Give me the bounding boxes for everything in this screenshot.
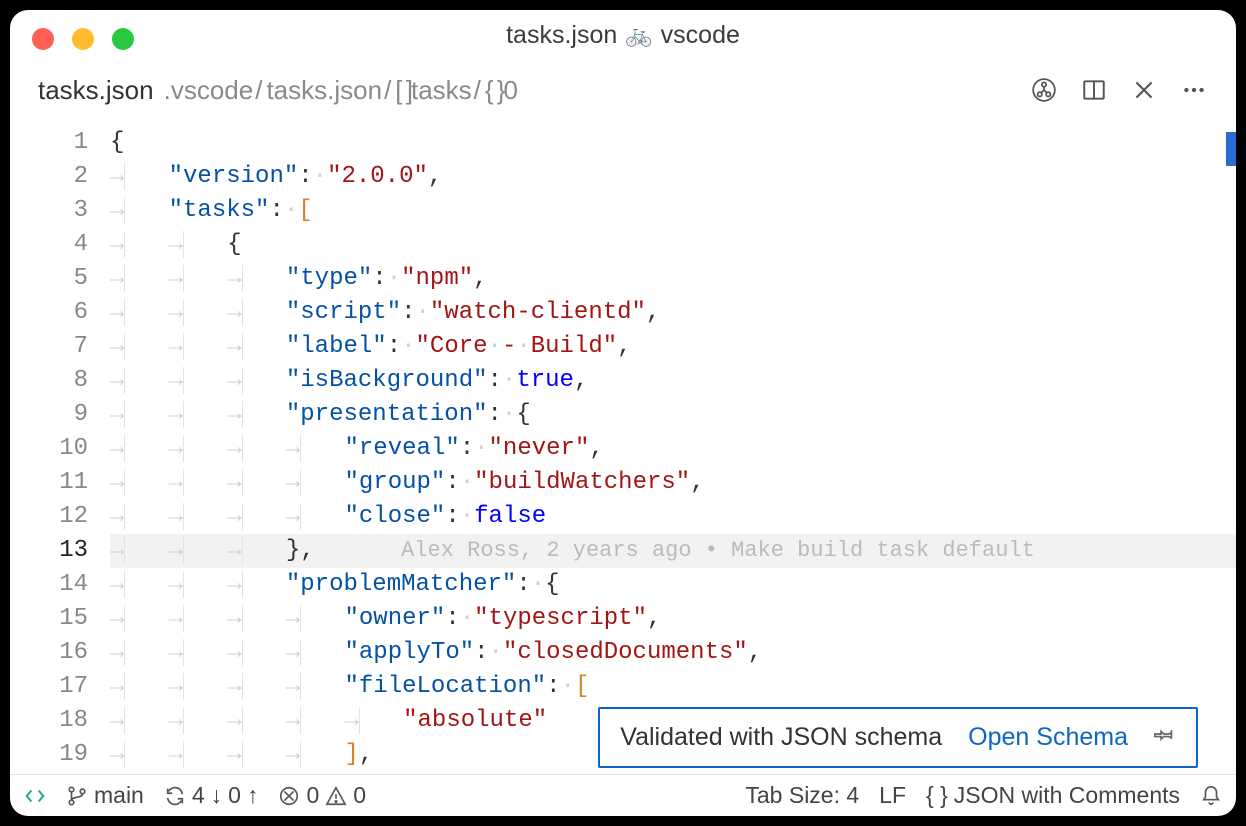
breadcrumb-segment[interactable]: tasks.json [266, 75, 393, 106]
code-line[interactable]: → → → → "applyTo":·"closedDocuments", [110, 636, 1236, 670]
title-filename: tasks.json [506, 21, 617, 50]
line-number: 5 [10, 262, 88, 296]
git-branch-button[interactable]: main [66, 782, 144, 809]
line-number: 1 [10, 126, 88, 160]
line-number: 15 [10, 602, 88, 636]
language-mode-button[interactable]: { } JSON with Comments [926, 782, 1180, 809]
notifications-button[interactable] [1200, 785, 1222, 807]
breadcrumb[interactable]: .vscode tasks.json [ ][ ]taskstasks { }{… [164, 75, 522, 106]
breadcrumb-segment[interactable]: { }{ }00 [485, 75, 522, 106]
title-emoji: 🚲 [625, 22, 652, 48]
app-window: tasks.json 🚲 vscode tasks.json .vscode ta… [10, 10, 1236, 816]
line-number: 7 [10, 330, 88, 364]
object-icon: { } [485, 75, 504, 105]
git-blame-annotation: Alex Ross, 2 years ago • Make build task… [401, 538, 1035, 563]
code-line[interactable]: → → → → "group":·"buildWatchers", [110, 466, 1236, 500]
eol-button[interactable]: LF [879, 782, 906, 809]
hover-text: Validated with JSON schema [620, 723, 942, 752]
code-line[interactable]: → → → → "fileLocation":·[ [110, 670, 1236, 704]
line-number: 3 [10, 194, 88, 228]
close-window-button[interactable] [32, 28, 54, 50]
code-line[interactable]: → → → → "close":·false [110, 500, 1236, 534]
code-line[interactable]: → "tasks":·[ [110, 194, 1236, 228]
status-bar: main 4↓ 0↑ 0 0 Tab Size: 4 LF { } JSON w… [10, 774, 1236, 816]
code-line[interactable]: → → → → "reveal":·"never", [110, 432, 1236, 466]
tab-filename[interactable]: tasks.json [38, 75, 154, 106]
sync-down: 4 [192, 782, 205, 809]
problems-button[interactable]: 0 0 [278, 782, 366, 809]
pin-icon[interactable] [1154, 723, 1176, 752]
line-number: 19 [10, 738, 88, 772]
code-line[interactable]: → → → "script":·"watch-clientd", [110, 296, 1236, 330]
language-name: JSON with Comments [954, 782, 1180, 809]
traffic-lights [32, 28, 134, 50]
split-editor-icon[interactable] [1080, 76, 1108, 104]
sync-button[interactable]: 4↓ 0↑ [164, 782, 259, 809]
line-number: 16 [10, 636, 88, 670]
code-content[interactable]: {→ "version":·"2.0.0",→ "tasks":·[→ → {→… [110, 120, 1236, 774]
line-number: 11 [10, 466, 88, 500]
fullscreen-window-button[interactable] [112, 28, 134, 50]
minimize-window-button[interactable] [72, 28, 94, 50]
code-line[interactable]: → → → }, Alex Ross, 2 years ago • Make b… [110, 534, 1236, 568]
line-number: 12 [10, 500, 88, 534]
code-line[interactable]: → → → "presentation":·{ [110, 398, 1236, 432]
warning-count: 0 [353, 782, 366, 809]
line-number: 8 [10, 364, 88, 398]
breadcrumb-segment[interactable]: [ ][ ]taskstasks [395, 75, 483, 106]
sync-up: 0 [228, 782, 241, 809]
line-number: 10 [10, 432, 88, 466]
editor-area[interactable]: 12345678910111213141516171819 {→ "versio… [10, 120, 1236, 774]
remote-button[interactable] [24, 785, 46, 807]
close-tab-icon[interactable] [1130, 76, 1158, 104]
line-number: 4 [10, 228, 88, 262]
code-line[interactable]: → → → "isBackground":·true, [110, 364, 1236, 398]
line-number: 18 [10, 704, 88, 738]
title-project: vscode [661, 21, 740, 50]
line-number: 2 [10, 160, 88, 194]
source-control-icon[interactable] [1030, 76, 1058, 104]
line-number-gutter: 12345678910111213141516171819 [10, 120, 110, 774]
line-number: 6 [10, 296, 88, 330]
line-number: 17 [10, 670, 88, 704]
branch-name: main [94, 782, 144, 809]
code-line[interactable]: → → → "type":·"npm", [110, 262, 1236, 296]
editor-tab-bar: tasks.json .vscode tasks.json [ ][ ]task… [10, 60, 1236, 120]
line-number: 14 [10, 568, 88, 602]
tab-actions [1030, 76, 1208, 104]
code-line[interactable]: → → → "problemMatcher":·{ [110, 568, 1236, 602]
line-number: 13 [10, 534, 88, 568]
code-line[interactable]: → "version":·"2.0.0", [110, 160, 1236, 194]
down-arrow-icon: ↓ [211, 782, 223, 809]
hover-tooltip: Validated with JSON schema Open Schema [598, 707, 1198, 768]
code-line[interactable]: → → → "label":·"Core·-·Build", [110, 330, 1236, 364]
breadcrumb-segment[interactable]: .vscode [164, 75, 265, 106]
up-arrow-icon: ↑ [247, 782, 259, 809]
array-icon: [ ] [395, 75, 411, 105]
code-line[interactable]: → → { [110, 228, 1236, 262]
line-number: 9 [10, 398, 88, 432]
error-count: 0 [306, 782, 319, 809]
code-line[interactable]: { [110, 126, 1236, 160]
tab-size-button[interactable]: Tab Size: 4 [745, 782, 859, 809]
braces-icon: { } [926, 782, 948, 809]
titlebar: tasks.json 🚲 vscode [10, 10, 1236, 60]
more-actions-icon[interactable] [1180, 76, 1208, 104]
code-line[interactable]: → → → → "owner":·"typescript", [110, 602, 1236, 636]
open-schema-link[interactable]: Open Schema [968, 723, 1128, 752]
window-title: tasks.json 🚲 vscode [506, 21, 740, 50]
